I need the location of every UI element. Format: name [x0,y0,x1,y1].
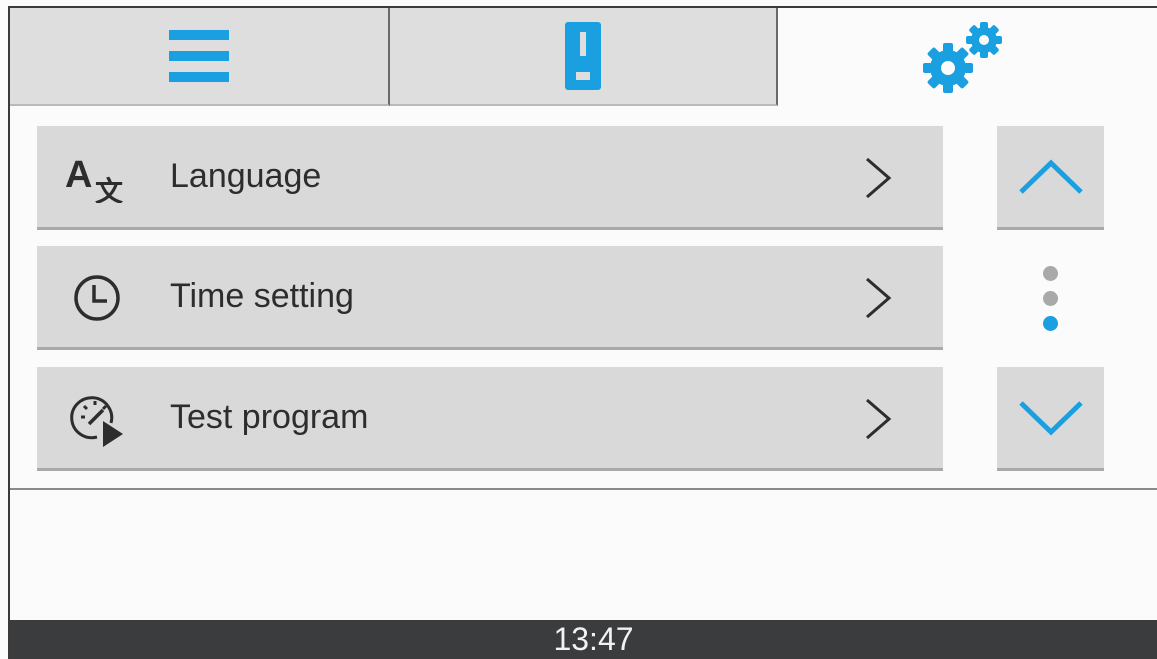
chevron-right-icon [866,277,892,319]
tab-menu[interactable] [10,8,390,106]
menu-item-label: Test program [170,398,369,436]
clock-icon [65,268,129,328]
menu-item-label: Time setting [170,277,354,315]
language-icon: A 文 [65,148,129,208]
gears-icon [922,22,1002,93]
svg-text:文: 文 [95,175,123,203]
screen: A 文 Language Time setting Test program 1… [0,0,1157,659]
chevron-right-icon [866,157,892,199]
menu-item-time-setting[interactable]: Time setting [37,246,943,350]
menu-icon [169,30,229,82]
status-bar: 13:47 [10,620,1157,659]
device-icon [565,22,601,90]
chevron-up-icon [1018,159,1083,194]
page-dot [1043,266,1058,281]
menu-item-test-program[interactable]: Test program [37,367,943,471]
menu-item-language[interactable]: A 文 Language [37,126,943,230]
page-dot-active [1043,316,1058,331]
tab-device[interactable] [390,8,778,106]
scroll-up-button[interactable] [997,126,1104,230]
svg-text:A: A [65,154,92,196]
chevron-down-icon [1018,400,1083,435]
divider [10,488,1157,490]
test-program-icon [65,389,129,449]
page-indicator [1039,266,1063,336]
menu-item-label: Language [170,157,322,195]
page-dot [1043,291,1058,306]
chevron-right-icon [866,398,892,440]
clock: 13:47 [553,621,634,657]
tab-settings[interactable] [778,8,1157,106]
scroll-down-button[interactable] [997,367,1104,471]
